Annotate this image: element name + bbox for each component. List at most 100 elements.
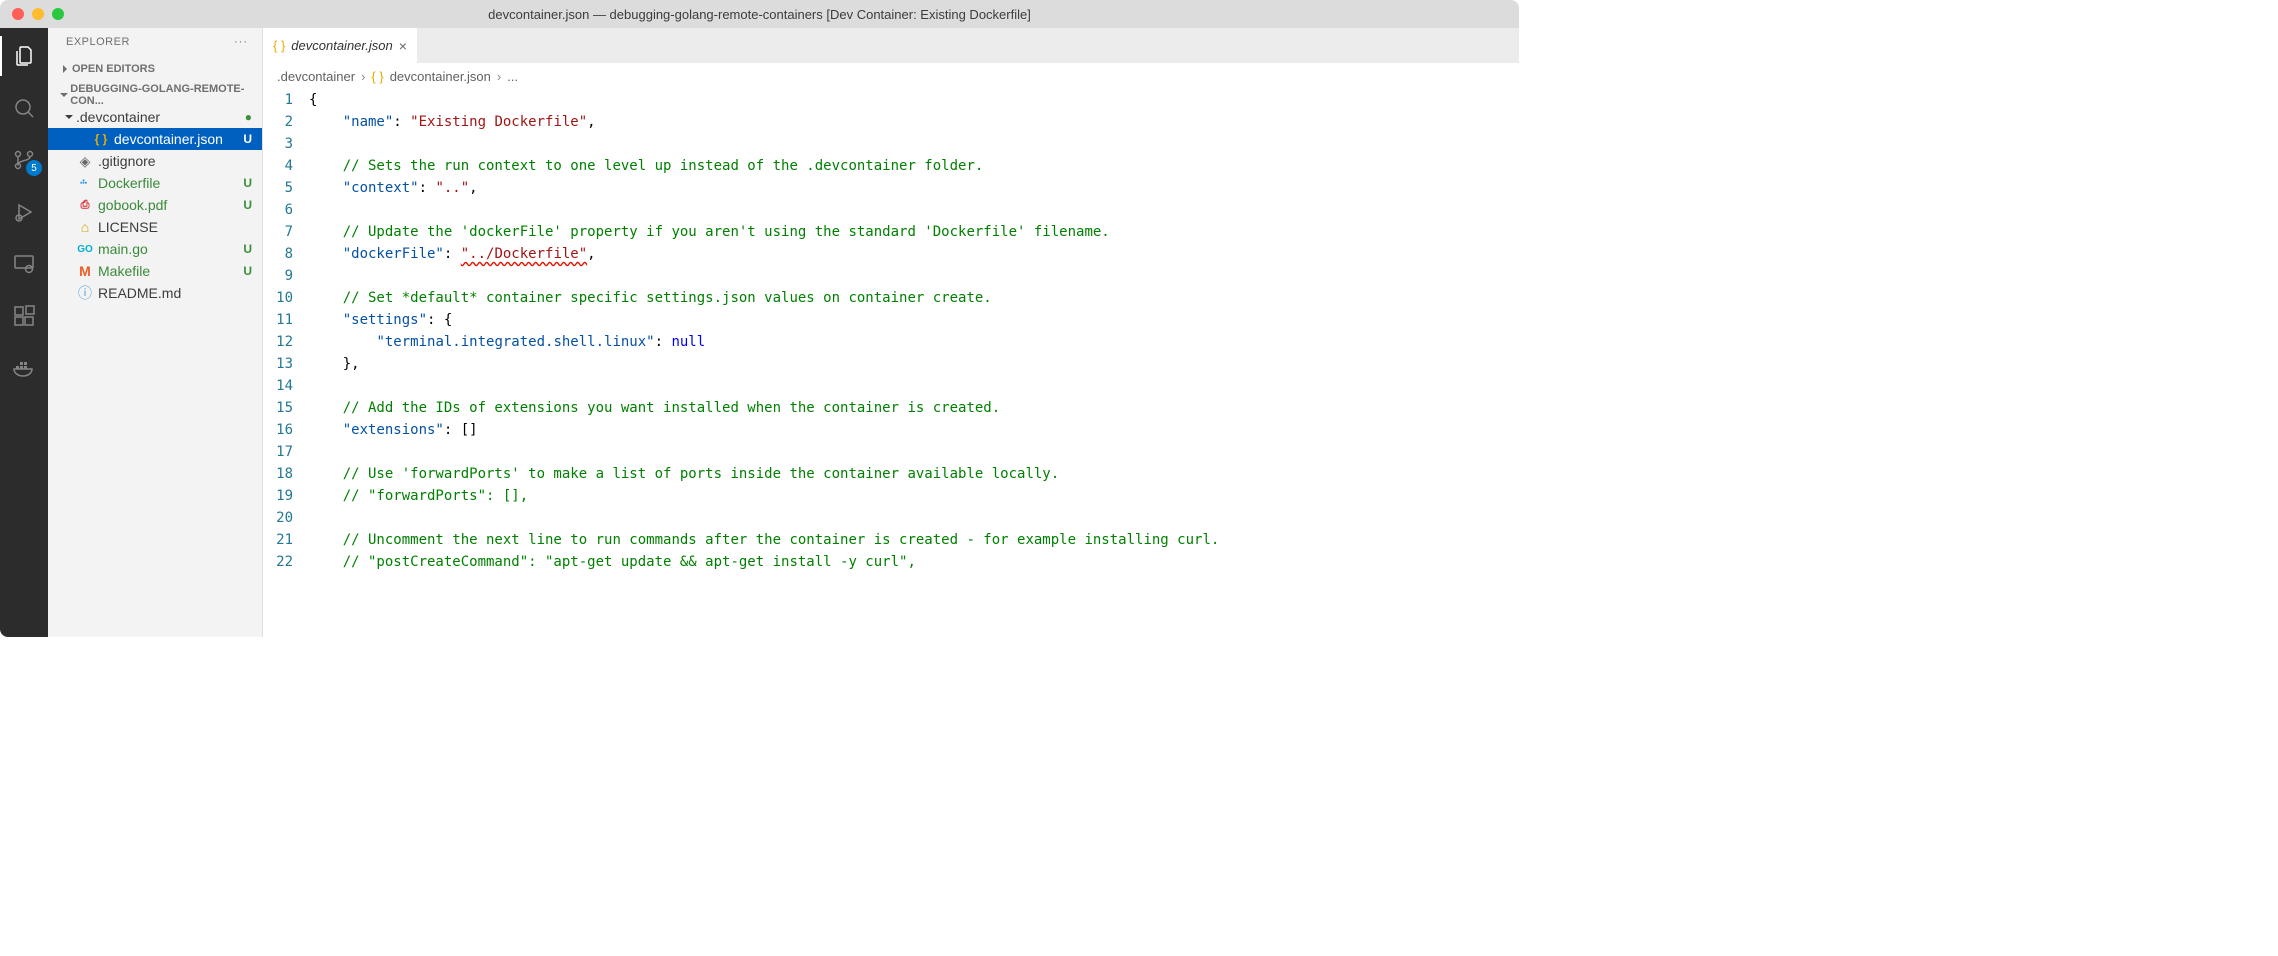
line-number: 15 (263, 397, 293, 419)
file-item[interactable]: DockerfileU (48, 172, 262, 194)
sidebar: EXPLORER ··· OPEN EDITORS DEBUGGING-GOLA… (48, 28, 263, 637)
readme-icon: ⓘ (76, 283, 94, 303)
code-line[interactable]: // Sets the run context to one level up … (309, 155, 1519, 177)
search-icon (12, 96, 36, 120)
line-number: 18 (263, 463, 293, 485)
open-editors-label: OPEN EDITORS (72, 63, 155, 75)
line-number: 14 (263, 375, 293, 397)
chevron-right-icon (58, 64, 72, 74)
search-activity[interactable] (0, 88, 48, 128)
json-icon: { } (92, 132, 110, 146)
line-number: 1 (263, 89, 293, 111)
git-status: U (243, 132, 252, 146)
explorer-activity[interactable] (0, 36, 48, 76)
file-item[interactable]: { } devcontainer.jsonU (48, 128, 262, 150)
remote-explorer-activity[interactable] (0, 244, 48, 284)
line-number: 16 (263, 419, 293, 441)
source-control-activity[interactable]: 5 (0, 140, 48, 180)
file-label: Dockerfile (98, 175, 243, 191)
folder-section: DEBUGGING-GOLANG-REMOTE-CON... .devconta… (48, 82, 262, 306)
code-line[interactable]: "terminal.integrated.shell.linux": null (309, 331, 1519, 353)
line-number: 11 (263, 309, 293, 331)
code-line[interactable]: // "postCreateCommand": "apt-get update … (309, 551, 1519, 573)
main-body: 5 EXPLORER ··· (0, 28, 1519, 637)
breadcrumb-file[interactable]: devcontainer.json (390, 69, 491, 84)
code-line[interactable]: "name": "Existing Dockerfile", (309, 111, 1519, 133)
code-line[interactable] (309, 441, 1519, 463)
code-line[interactable]: "settings": { (309, 309, 1519, 331)
files-icon (12, 44, 36, 68)
code-line[interactable]: // Set *default* container specific sett… (309, 287, 1519, 309)
file-item[interactable]: GOmain.goU (48, 238, 262, 260)
code-line[interactable]: }, (309, 353, 1519, 375)
folder-item[interactable]: .devcontainer● (48, 106, 262, 128)
tab-close-icon[interactable]: × (399, 38, 407, 54)
sidebar-title-row: EXPLORER ··· (48, 28, 262, 56)
code-line[interactable]: "dockerFile": "../Dockerfile", (309, 243, 1519, 265)
code-line[interactable]: // Update the 'dockerFile' property if y… (309, 221, 1519, 243)
code-line[interactable]: // Uncomment the next line to run comman… (309, 529, 1519, 551)
close-window-button[interactable] (12, 8, 24, 20)
file-label: LICENSE (98, 219, 252, 235)
git-status: ● (245, 110, 252, 124)
code-line[interactable] (309, 199, 1519, 221)
editor-area: { } devcontainer.json × .devcontainer › … (263, 28, 1519, 637)
code-line[interactable]: "context": "..", (309, 177, 1519, 199)
file-item[interactable]: ⌂LICENSE (48, 216, 262, 238)
debug-activity[interactable] (0, 192, 48, 232)
line-number: 8 (263, 243, 293, 265)
file-label: devcontainer.json (114, 131, 243, 147)
tab-devcontainer-json[interactable]: { } devcontainer.json × (263, 28, 417, 63)
license-icon: ⌂ (76, 219, 94, 235)
breadcrumbs[interactable]: .devcontainer › { } devcontainer.json › … (263, 63, 1519, 89)
line-number: 20 (263, 507, 293, 529)
line-number: 6 (263, 199, 293, 221)
code-content[interactable]: { "name": "Existing Dockerfile", // Sets… (309, 89, 1519, 637)
debug-icon (12, 200, 36, 224)
code-line[interactable]: "extensions": [] (309, 419, 1519, 441)
line-number: 2 (263, 111, 293, 133)
line-number: 13 (263, 353, 293, 375)
tab-label: devcontainer.json (291, 38, 392, 53)
open-editors-section[interactable]: OPEN EDITORS (48, 56, 262, 82)
code-editor[interactable]: 12345678910111213141516171819202122 { "n… (263, 89, 1519, 637)
makefile-icon: M (76, 263, 94, 279)
code-line[interactable]: // "forwardPorts": [], (309, 485, 1519, 507)
code-line[interactable] (309, 507, 1519, 529)
git-status: U (243, 176, 252, 190)
line-number: 10 (263, 287, 293, 309)
minimize-window-button[interactable] (32, 8, 44, 20)
line-number: 21 (263, 529, 293, 551)
code-line[interactable]: // Use 'forwardPorts' to make a list of … (309, 463, 1519, 485)
code-line[interactable] (309, 265, 1519, 287)
titlebar[interactable]: devcontainer.json — debugging-golang-rem… (0, 0, 1519, 28)
line-number: 22 (263, 551, 293, 573)
code-line[interactable] (309, 133, 1519, 155)
docker-activity[interactable] (0, 348, 48, 388)
chevron-down-icon (62, 112, 76, 122)
remote-icon (12, 252, 36, 276)
sidebar-more-icon[interactable]: ··· (234, 36, 248, 48)
pdf-icon: ⎙ (76, 199, 94, 212)
line-number: 9 (263, 265, 293, 287)
breadcrumb-folder[interactable]: .devcontainer (277, 69, 355, 84)
file-item[interactable]: ◈.gitignore (48, 150, 262, 172)
scm-badge: 5 (26, 160, 42, 176)
file-item[interactable]: ⎙gobook.pdfU (48, 194, 262, 216)
code-line[interactable] (309, 375, 1519, 397)
project-header[interactable]: DEBUGGING-GOLANG-REMOTE-CON... (48, 84, 262, 106)
maximize-window-button[interactable] (52, 8, 64, 20)
go-icon: GO (76, 244, 94, 255)
git-status: U (243, 264, 252, 278)
tab-bar: { } devcontainer.json × (263, 28, 1519, 63)
file-item[interactable]: ⓘREADME.md (48, 282, 262, 304)
code-line[interactable]: { (309, 89, 1519, 111)
window-title: devcontainer.json — debugging-golang-rem… (488, 7, 1031, 22)
line-number: 5 (263, 177, 293, 199)
extensions-icon (12, 304, 36, 328)
sidebar-title: EXPLORER (66, 36, 130, 48)
breadcrumb-more[interactable]: ... (507, 69, 518, 84)
extensions-activity[interactable] (0, 296, 48, 336)
file-item[interactable]: MMakefileU (48, 260, 262, 282)
code-line[interactable]: // Add the IDs of extensions you want in… (309, 397, 1519, 419)
